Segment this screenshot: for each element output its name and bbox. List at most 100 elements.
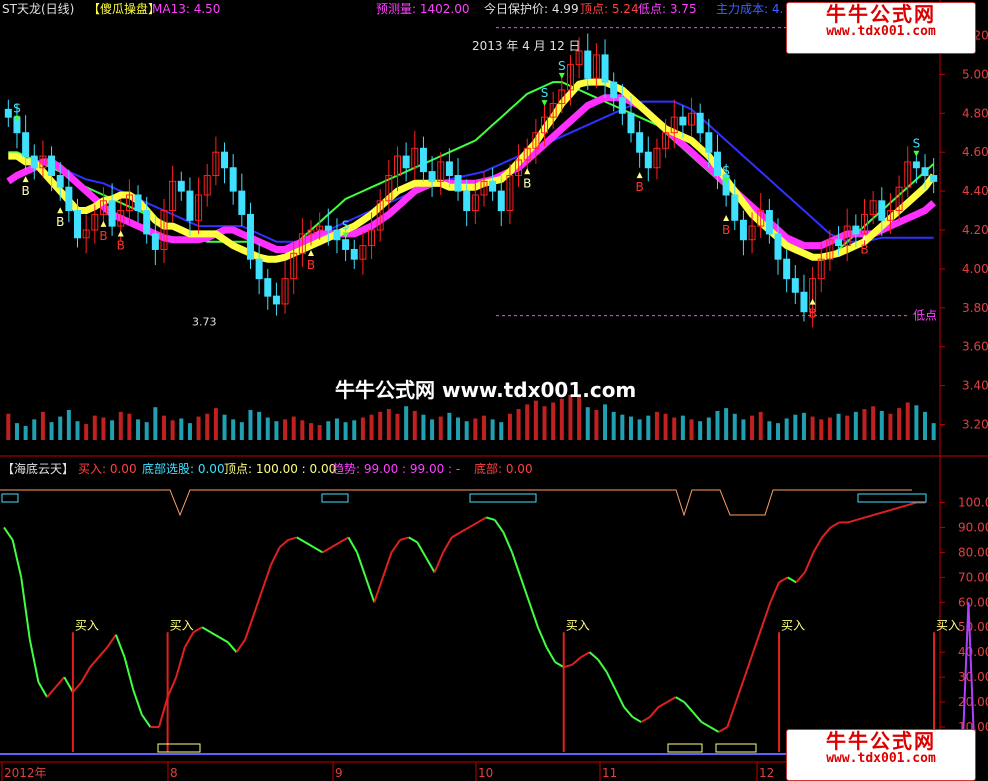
buy-signal-letter: B	[523, 176, 531, 190]
buy-arrow	[723, 214, 730, 221]
volume-bar	[810, 416, 815, 440]
candle-body	[636, 132, 644, 153]
oscillator-segment	[709, 726, 720, 733]
oscillator-segment	[795, 571, 806, 583]
oscillator-segment	[183, 631, 195, 648]
candle-body	[324, 225, 332, 231]
oscillator-segment	[381, 552, 393, 578]
candle-body	[221, 151, 229, 169]
osc-tick-label: 60.00	[958, 595, 988, 609]
oscillator-segment	[28, 639, 40, 683]
candle-body	[151, 233, 159, 250]
price-tick-label: 3.80	[962, 301, 988, 315]
oscillator-segment	[270, 546, 281, 566]
watermark-logo-bottom: 牛牛公式网 www.tdx001.com	[786, 729, 976, 781]
candle-body	[65, 186, 73, 212]
oscillator-segment	[356, 552, 367, 578]
volume-bar	[862, 409, 867, 440]
candle-body	[4, 108, 12, 118]
oscillator-segment	[605, 671, 617, 691]
oscillator-segment	[37, 681, 48, 698]
volume-bar	[456, 417, 461, 440]
oscillator-segment	[433, 551, 445, 573]
watermark-url: www.tdx001.com	[826, 24, 936, 39]
buy-arrow	[117, 230, 124, 237]
volume-bar	[161, 415, 166, 440]
volume-bar	[75, 421, 80, 440]
buy-signal-letter: B	[636, 180, 644, 194]
volume-bar	[637, 419, 642, 440]
watermark-logo-top: 牛牛公式网 www.tdx001.com	[786, 2, 976, 54]
oscillator-segment	[830, 521, 840, 529]
candle-body	[644, 151, 652, 169]
oscillator-segment	[339, 536, 349, 544]
volume-bar	[542, 406, 547, 440]
buy-arrow	[100, 220, 107, 227]
volume-bar	[49, 422, 54, 440]
candle-body	[497, 190, 505, 212]
oscillator-segment	[20, 577, 31, 640]
candle-body	[246, 213, 254, 260]
oscillator-segment	[856, 516, 866, 521]
volume-bar	[914, 405, 919, 440]
oscillator-segment	[873, 511, 883, 516]
oscillator-segment	[252, 589, 264, 616]
oscillator-segment	[347, 536, 358, 553]
oscillator-segment	[787, 576, 797, 584]
oscillator-segment	[494, 519, 505, 533]
buy-signal-letter: B	[722, 223, 730, 237]
osc-bottom-box	[157, 743, 201, 753]
top-value: 顶点: 5.24	[580, 2, 639, 16]
volume-bar	[706, 417, 711, 440]
candle-body	[255, 258, 263, 280]
candle-body	[679, 116, 687, 126]
osc-tick-label: 70.00	[958, 570, 988, 584]
volume-bar	[750, 415, 755, 440]
volume-bar	[603, 404, 608, 440]
oscillator-segment	[227, 641, 238, 653]
candle-body	[601, 54, 609, 83]
oscillator-segment	[390, 539, 401, 553]
oscillator-segment	[477, 516, 487, 524]
volume-bar	[213, 408, 218, 440]
formula-name: 【傻瓜操盘】	[88, 2, 161, 16]
osc-bottom-box	[667, 743, 703, 753]
sub-trend: 趋势: 99.00 : 99.00 : -	[332, 462, 461, 476]
volume-bar	[758, 411, 763, 440]
oscillator-segment	[416, 541, 427, 558]
candle-body	[143, 210, 151, 235]
oscillator-segment	[511, 552, 522, 578]
candle-body	[791, 278, 799, 293]
osc-buy-label: 买入	[75, 619, 99, 633]
volume-bar	[187, 423, 192, 440]
volume-bar	[386, 409, 391, 440]
date-tick-label: 9	[335, 766, 343, 780]
volume-bar	[819, 419, 824, 440]
volume-bar	[507, 413, 512, 440]
candle-body	[402, 155, 410, 169]
sub-bottom-select: 底部选股: 0.00	[142, 462, 225, 476]
volume-bar	[110, 420, 115, 440]
sell-signal-letter: S	[558, 59, 566, 73]
candle-body	[800, 291, 808, 313]
volume-bar	[84, 424, 89, 440]
candle-body	[238, 190, 246, 215]
oscillator-segment	[528, 601, 539, 628]
low-point-value: 3.73	[192, 315, 217, 328]
oscillator-segment	[158, 696, 169, 728]
osc-tick-label: 50.00	[958, 620, 988, 634]
volume-bar	[923, 411, 928, 440]
candle-body	[878, 200, 886, 221]
volume-bar	[395, 413, 400, 440]
oscillator-segment	[97, 646, 109, 658]
low-price-label: 低点	[913, 309, 937, 323]
volume-bar	[153, 407, 158, 440]
oscillator-segment	[864, 513, 875, 519]
volume-bar	[352, 420, 357, 440]
oscillator-segment	[752, 626, 763, 653]
volume-bar	[6, 413, 11, 440]
volume-bar	[274, 421, 279, 440]
sell-signal-letter: S	[342, 218, 350, 232]
osc-tick-label: 30.00	[958, 670, 988, 684]
oscillator-segment	[485, 516, 496, 521]
